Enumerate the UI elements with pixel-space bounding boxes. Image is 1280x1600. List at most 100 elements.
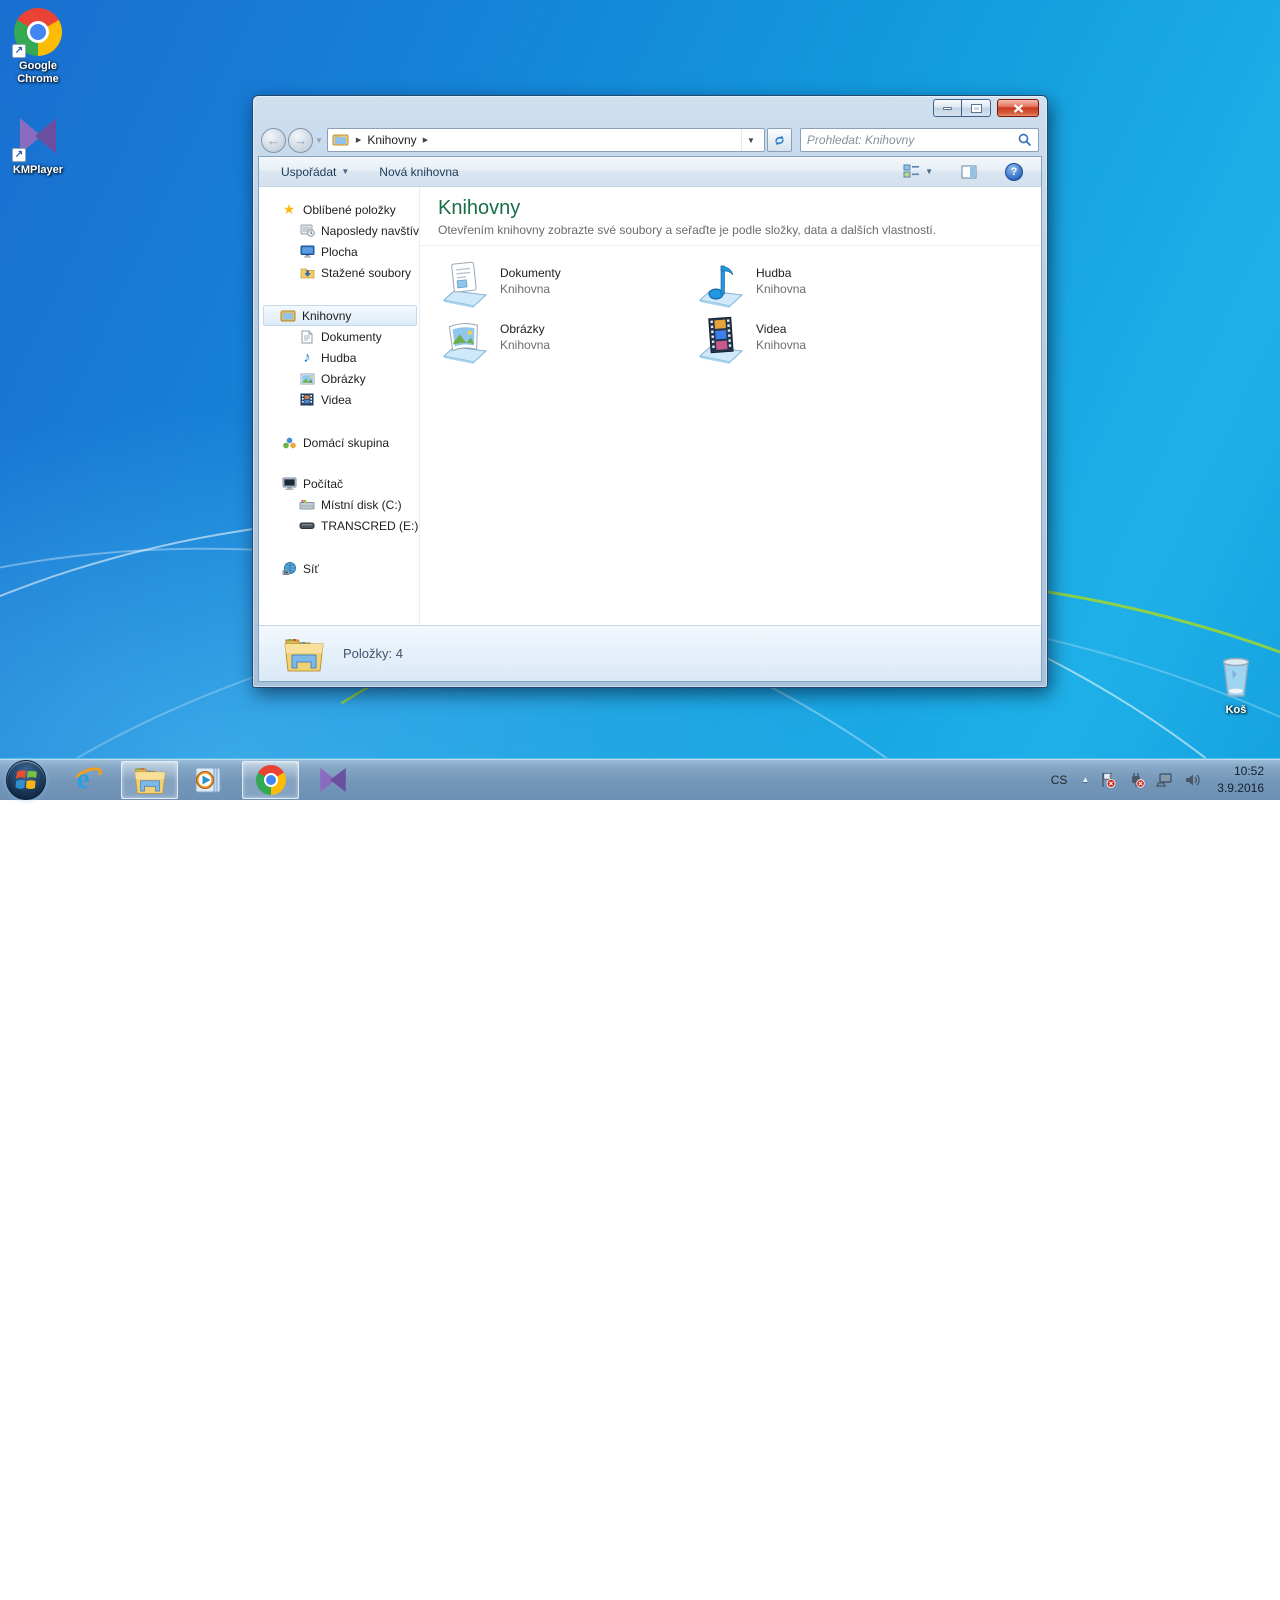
close-button[interactable] <box>997 99 1039 117</box>
system-tray: CS ▲ <box>1047 763 1280 795</box>
page-subtitle: Otevřením knihovny zobrazte své soubory … <box>438 223 1041 237</box>
navigation-bar: ← → ▼ ▶ Knihovny ▶ ▼ <box>253 124 1047 156</box>
help-button[interactable]: ? <box>997 159 1031 185</box>
page-title: Knihovny <box>438 197 1041 220</box>
star-icon: ★ <box>281 202 297 218</box>
taskbar-item-media-player[interactable] <box>180 761 237 799</box>
sidebar-label: TRANSCRED (E:) <box>321 519 418 533</box>
refresh-button[interactable] <box>767 128 792 152</box>
library-type: Knihovna <box>756 282 806 296</box>
address-bar[interactable]: ▶ Knihovny ▶ ▼ <box>327 128 765 152</box>
computer-icon <box>281 476 297 492</box>
sidebar-item-favorites[interactable]: ★ Oblíbené položky <box>259 199 419 220</box>
start-button[interactable] <box>6 760 46 800</box>
explorer-folder-icon <box>133 765 167 795</box>
sidebar-item-computer[interactable]: Počítač <box>259 473 419 494</box>
desktop-icon-label: Koš <box>1198 704 1274 717</box>
forward-button[interactable]: → <box>288 128 313 153</box>
close-icon <box>1013 104 1024 113</box>
sidebar-item-homegroup[interactable]: Domácí skupina <box>259 432 419 453</box>
back-button[interactable]: ← <box>261 128 286 153</box>
views-icon <box>903 164 920 179</box>
clock-time: 10:52 <box>1217 763 1264 779</box>
breadcrumb-arrow-icon[interactable]: ▶ <box>356 136 361 144</box>
desktop-icon-label: Google Chrome <box>0 60 76 86</box>
help-icon: ? <box>1005 163 1023 181</box>
videos-library-icon <box>696 314 746 366</box>
sidebar-item-drive-e[interactable]: TRANSCRED (E:) <box>259 515 419 536</box>
sidebar-label: Domácí skupina <box>303 436 389 450</box>
libraries-folder-icon <box>332 133 350 147</box>
power-plug-icon[interactable] <box>1127 771 1145 789</box>
recent-pages-dropdown[interactable]: ▼ <box>315 136 323 145</box>
minimize-icon <box>943 107 952 110</box>
recent-places-icon <box>299 223 315 239</box>
header-divider <box>420 245 1041 246</box>
sidebar-label: Síť <box>303 562 319 576</box>
library-type: Knihovna <box>500 338 550 352</box>
sidebar-label: Videa <box>321 393 351 407</box>
desktop-icon-recycle-bin[interactable]: Koš <box>1198 652 1274 717</box>
organize-label: Uspořádat <box>281 165 336 179</box>
new-library-button[interactable]: Nová knihovna <box>371 161 466 183</box>
address-dropdown-icon[interactable]: ▼ <box>741 129 760 151</box>
taskbar-clock[interactable]: 10:52 3.9.2016 <box>1211 763 1270 795</box>
desktop-icon-kmplayer[interactable]: ↗ KMPlayer <box>0 112 76 177</box>
sidebar-item-libraries[interactable]: Knihovny <box>263 305 417 326</box>
minimize-button[interactable] <box>933 99 962 117</box>
items-count: Položky: 4 <box>343 646 403 661</box>
organize-button[interactable]: Uspořádat ▼ <box>273 161 357 183</box>
search-input[interactable] <box>807 133 1018 147</box>
action-center-flag-icon[interactable] <box>1099 771 1117 789</box>
desktop-icon-label: KMPlayer <box>0 164 76 177</box>
show-hidden-icons-button[interactable]: ▲ <box>1081 775 1089 784</box>
sidebar-item-downloads[interactable]: Stažené soubory <box>259 262 419 283</box>
library-name: Hudba <box>756 266 806 280</box>
language-indicator[interactable]: CS <box>1047 771 1072 789</box>
search-box[interactable] <box>800 128 1039 152</box>
library-item-pictures[interactable]: Obrázky Knihovna <box>438 312 694 368</box>
taskbar-item-kmplayer[interactable] <box>304 761 361 799</box>
library-name: Obrázky <box>500 322 550 336</box>
change-view-button[interactable]: ▼ <box>895 160 941 183</box>
volume-icon[interactable] <box>1183 771 1201 789</box>
window-titlebar[interactable] <box>253 96 1047 124</box>
recycle-bin-icon <box>1212 652 1260 700</box>
desktop-wallpaper: ↗ Google Chrome ↗ KMPlayer Koš <box>0 0 1280 800</box>
wallpaper-arc <box>0 546 1280 1600</box>
wmp-icon <box>193 764 225 796</box>
library-item-documents[interactable]: Dokumenty Knihovna <box>438 256 694 312</box>
sidebar-item-videos[interactable]: Videa <box>259 389 419 410</box>
library-item-music[interactable]: Hudba Knihovna <box>694 256 950 312</box>
breadcrumb-arrow-icon[interactable]: ▶ <box>423 136 428 144</box>
sidebar-item-documents[interactable]: Dokumenty <box>259 326 419 347</box>
windows-logo-icon <box>14 769 38 791</box>
taskbar: e <box>0 758 1280 800</box>
desktop-icon-chrome[interactable]: ↗ Google Chrome <box>0 8 76 86</box>
sidebar-label: Dokumenty <box>321 330 382 344</box>
taskbar-item-internet-explorer[interactable]: e <box>59 761 116 799</box>
libraries-icon <box>280 308 296 324</box>
sidebar-item-network[interactable]: Síť <box>259 558 419 579</box>
sidebar-label: Místní disk (C:) <box>321 498 402 512</box>
sidebar-item-desktop[interactable]: Plocha <box>259 241 419 262</box>
sidebar-item-recent-places[interactable]: Naposledy navštívené <box>259 220 419 241</box>
preview-pane-button[interactable] <box>953 161 985 183</box>
sidebar-item-pictures[interactable]: Obrázky <box>259 368 419 389</box>
music-note-icon: ♪ <box>299 350 315 366</box>
sidebar-item-local-disk-c[interactable]: Místní disk (C:) <box>259 494 419 515</box>
library-type: Knihovna <box>756 338 806 352</box>
shortcut-arrow-icon: ↗ <box>12 44 26 58</box>
clock-date: 3.9.2016 <box>1217 780 1264 796</box>
library-item-videos[interactable]: Videa Knihovna <box>694 312 950 368</box>
folder-icon <box>283 635 325 673</box>
sidebar-item-music[interactable]: ♪ Hudba <box>259 347 419 368</box>
maximize-button[interactable] <box>962 99 991 117</box>
breadcrumb-location[interactable]: Knihovny <box>367 133 416 147</box>
network-icon[interactable] <box>1155 771 1173 789</box>
taskbar-item-chrome[interactable] <box>242 761 299 799</box>
command-toolbar: Uspořádat ▼ Nová knihovna ▼ <box>259 157 1041 187</box>
taskbar-item-explorer[interactable] <box>121 761 178 799</box>
library-type: Knihovna <box>500 282 561 296</box>
search-icon[interactable] <box>1018 133 1032 147</box>
